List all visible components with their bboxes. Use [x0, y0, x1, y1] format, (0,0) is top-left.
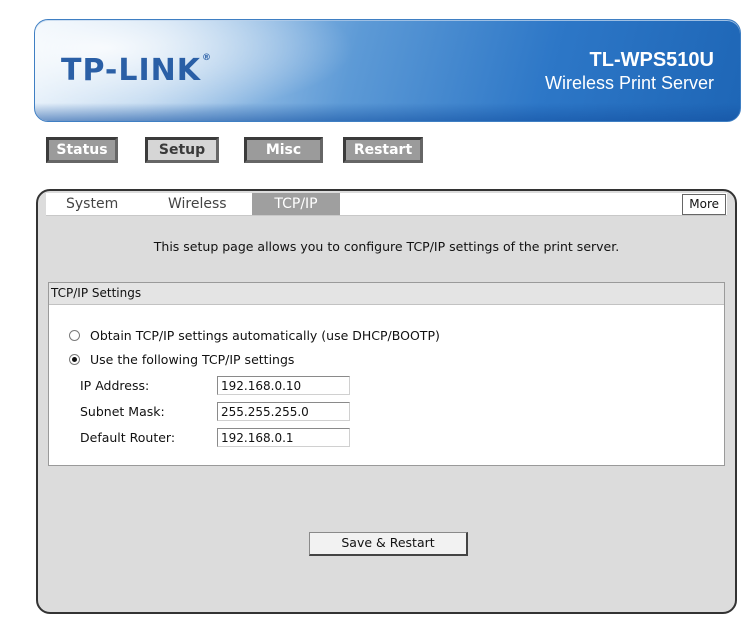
default-router-label: Default Router:: [80, 430, 176, 445]
nav-setup-button[interactable]: Setup: [145, 137, 219, 163]
intro-text: This setup page allows you to configure …: [153, 239, 620, 254]
nav-misc-button[interactable]: Misc: [244, 137, 323, 163]
settings-title: TCP/IP Settings: [49, 283, 724, 305]
dhcp-option[interactable]: Obtain TCP/IP settings automatically (us…: [69, 328, 440, 343]
more-button[interactable]: More: [682, 194, 726, 215]
save-restart-button[interactable]: Save & Restart: [309, 532, 468, 556]
manual-option-label: Use the following TCP/IP settings: [90, 352, 295, 367]
tp-link-logo: TP-LINK®: [61, 53, 213, 88]
dhcp-radio[interactable]: [69, 330, 80, 341]
tab-system[interactable]: System: [58, 193, 126, 215]
tab-wireless[interactable]: Wireless: [160, 193, 235, 215]
subnet-mask-input[interactable]: [217, 402, 350, 421]
product-title: TL-WPS510U Wireless Print Server: [545, 48, 714, 94]
nav-restart-button[interactable]: Restart: [343, 137, 423, 163]
manual-radio[interactable]: [69, 354, 80, 365]
page: TP-LINK® TL-WPS510U Wireless Print Serve…: [0, 0, 751, 631]
model-name: TL-WPS510U: [589, 49, 714, 71]
default-router-input[interactable]: [217, 428, 350, 447]
manual-option[interactable]: Use the following TCP/IP settings: [69, 352, 294, 367]
tcpip-settings-box: TCP/IP Settings Obtain TCP/IP settings a…: [48, 282, 725, 466]
ip-address-label: IP Address:: [80, 378, 150, 393]
subnet-mask-label: Subnet Mask:: [80, 404, 165, 419]
tab-bar: System Wireless TCP/IP More: [46, 193, 727, 216]
product-name: Wireless Print Server: [544, 73, 714, 93]
header-banner: TP-LINK® TL-WPS510U Wireless Print Serve…: [34, 19, 741, 122]
tab-tcpip[interactable]: TCP/IP: [252, 193, 340, 215]
dhcp-option-label: Obtain TCP/IP settings automatically (us…: [90, 328, 440, 343]
content-panel: System Wireless TCP/IP More This setup p…: [36, 189, 737, 614]
ip-address-input[interactable]: [217, 376, 350, 395]
nav-status-button[interactable]: Status: [46, 137, 118, 163]
